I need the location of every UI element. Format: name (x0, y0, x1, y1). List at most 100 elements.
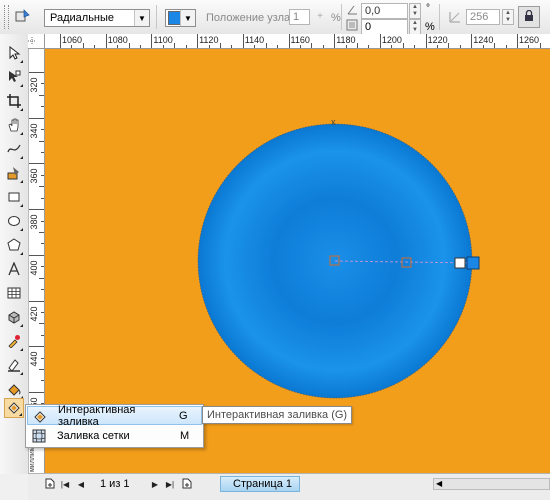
pan-tool-button[interactable] (4, 116, 24, 136)
ruler-label: 340 (29, 123, 39, 139)
gradient-end-handle[interactable] (454, 257, 466, 269)
ruler-minor-tick (482, 45, 484, 48)
ruler-minor-tick (41, 266, 44, 268)
node-color-picker[interactable]: ▼ (165, 9, 196, 27)
ruler-minor-tick (39, 323, 44, 325)
toolbar-grip[interactable] (4, 5, 9, 29)
eyedropper-tool-button[interactable] (4, 332, 24, 352)
page-tab[interactable]: Страница 1 (220, 476, 300, 492)
ruler-major-tick (60, 34, 61, 48)
flyout-arrow-icon (20, 204, 23, 207)
ruler-minor-tick (299, 45, 301, 48)
node-position-input[interactable]: 1 (289, 9, 310, 25)
rectangle-tool-button[interactable] (4, 188, 24, 208)
ruler-minor-tick (94, 45, 96, 48)
lock-steps-icon[interactable] (448, 10, 462, 24)
eyedropper-tool-icon (7, 334, 21, 351)
ruler-minor-tick (41, 129, 44, 131)
flyout-arrow-icon (20, 180, 23, 183)
ruler-minor-tick (185, 45, 187, 48)
ruler-minor-tick (41, 311, 44, 313)
extrude-tool-button[interactable] (4, 308, 24, 328)
flyout-arrow-icon (19, 413, 22, 416)
ruler-minor-tick (41, 243, 44, 245)
toolbar-separator (439, 4, 440, 30)
ruler-minor-tick (459, 45, 461, 48)
flyout-arrow-icon (20, 228, 23, 231)
table-tool-button[interactable] (4, 284, 24, 304)
shape-tool-button[interactable] (4, 68, 24, 88)
angle-input[interactable]: 0,0 (361, 3, 408, 19)
ruler-label: 360 (29, 168, 39, 184)
ruler-minor-tick (41, 83, 44, 85)
ruler-minor-tick (39, 186, 44, 188)
ruler-minor-tick (254, 45, 256, 48)
text-tool-button[interactable] (4, 260, 24, 280)
first-page-button[interactable]: |◀ (59, 478, 71, 490)
fill-tool-button[interactable] (4, 380, 24, 400)
last-page-icon: ▶| (165, 479, 175, 489)
steps-input[interactable]: 256 (466, 9, 500, 25)
last-page-button[interactable]: ▶| (164, 478, 176, 490)
ruler-major-tick (197, 34, 199, 48)
smart-fill-tool-button[interactable] (4, 164, 24, 184)
ruler-label: 380 (29, 214, 39, 230)
flyout-arrow-icon (20, 252, 23, 255)
ruler-minor-tick (322, 45, 324, 48)
extrude-tool-icon (7, 310, 21, 327)
fill-type-dropdown[interactable]: Радиальные ▼ (44, 9, 150, 27)
ruler-label: 1140 (244, 35, 265, 45)
ruler-label: 1160 (290, 35, 310, 45)
ruler-minor-tick (208, 45, 210, 48)
crop-tool-button[interactable] (4, 92, 24, 112)
ruler-label: 420 (29, 305, 39, 322)
flyout-item-mesh-fill[interactable]: Заливка сетки M (27, 426, 202, 445)
ruler-minor-tick (41, 106, 44, 108)
flyout-arrow-icon (20, 348, 23, 351)
edit-fill-icon (15, 8, 31, 27)
mesh-fill-icon (30, 428, 48, 444)
pick-tool-button[interactable] (4, 44, 24, 64)
ruler-minor-tick (277, 45, 279, 48)
fill-tool-icon (7, 382, 21, 399)
flyout-arrow-icon (20, 324, 23, 327)
flyout-arrow-icon (20, 372, 23, 375)
ruler-major-tick (334, 34, 336, 48)
horizontal-scrollbar[interactable]: ◀ (433, 478, 550, 490)
horizontal-ruler[interactable]: 1060 1080 1100 1120 1140 1160 1180 1200 1220 1240… (28, 34, 550, 49)
edit-fill-button[interactable] (11, 5, 35, 29)
fill-type-value: Радиальные (50, 12, 115, 24)
flyout-item-interactive-fill[interactable]: Интерактивная заливка G (27, 403, 202, 428)
ruler-origin-icon[interactable] (28, 34, 45, 49)
gradient-end-color-swatch[interactable] (466, 256, 480, 270)
ruler-minor-tick (41, 174, 44, 176)
edge-pad-spinner[interactable]: ▲ ▼ (409, 19, 421, 35)
ellipse-tool-button[interactable] (4, 212, 24, 232)
ruler-minor-tick (41, 197, 44, 199)
edge-pad-input[interactable]: 0 (361, 19, 408, 35)
interactive-fill-tool-button[interactable] (4, 398, 24, 418)
slider-icon[interactable]: + (313, 10, 327, 24)
flyout-item-label: Интерактивная заливка (58, 403, 136, 428)
ruler-minor-tick (265, 43, 267, 48)
property-bar: Радиальные ▼ ▼ Положение узла: 1 + % 0,0… (0, 0, 550, 35)
ruler-minor-tick (219, 43, 221, 48)
freehand-tool-button[interactable] (4, 140, 24, 160)
add-page-before-button[interactable] (44, 478, 56, 490)
add-page-icon (182, 478, 192, 491)
ruler-minor-tick (174, 43, 176, 48)
outline-tool-button[interactable] (4, 356, 24, 376)
ruler-minor-tick (448, 43, 450, 48)
ruler-minor-tick (82, 43, 84, 48)
ruler-minor-tick (539, 43, 541, 48)
ruler-minor-tick (391, 45, 393, 48)
next-page-button[interactable]: ▶ (149, 478, 161, 490)
lock-button[interactable] (518, 6, 540, 28)
polygon-tool-button[interactable] (4, 236, 24, 256)
ruler-label: 1180 (336, 35, 356, 45)
add-page-after-button[interactable] (181, 478, 193, 490)
ruler-minor-tick (437, 45, 439, 48)
angle-spinner[interactable]: ▲ ▼ (409, 3, 421, 19)
previous-page-button[interactable]: ◀ (75, 478, 87, 490)
steps-spinner[interactable]: ▲ ▼ (502, 9, 514, 25)
